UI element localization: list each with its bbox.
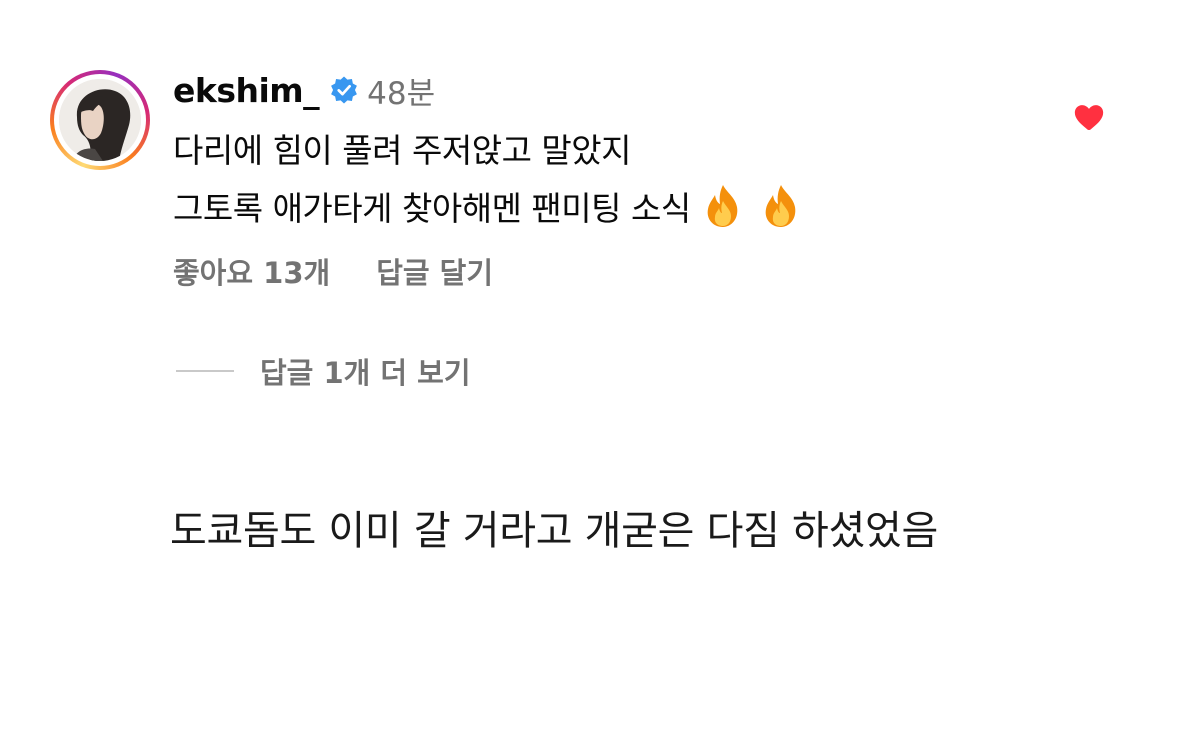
caption-text: 도쿄돔도 이미 갈 거라고 개굳은 다짐 하셨었음 bbox=[170, 508, 938, 554]
story-ring[interactable] bbox=[50, 70, 150, 170]
fire-emoji-icon bbox=[701, 183, 745, 229]
avatar[interactable] bbox=[59, 79, 141, 161]
comment-time: 48분 bbox=[367, 75, 436, 112]
like-heart-icon[interactable] bbox=[1072, 100, 1106, 134]
comment-actions: 좋아요 13개 답글 달기 bbox=[173, 250, 493, 292]
comment-line-2-text: 그토록 애가타게 찾아해멘 팬미팅 소식 bbox=[173, 189, 691, 228]
avatar-border bbox=[54, 74, 146, 166]
avatar-image bbox=[59, 79, 141, 161]
view-more-replies-label[interactable]: 답글 1개 더 보기 bbox=[260, 350, 471, 392]
verified-badge-icon bbox=[329, 75, 359, 105]
fire-emoji-icon bbox=[759, 183, 803, 229]
view-more-replies[interactable]: 답글 1개 더 보기 bbox=[176, 350, 471, 392]
comment-line-1: 다리에 힘이 풀려 주저앉고 말았지 bbox=[173, 131, 632, 170]
username[interactable]: ekshim_ bbox=[173, 71, 320, 110]
reply-button[interactable]: 답글 달기 bbox=[376, 250, 493, 292]
comment-line-2: 그토록 애가타게 찾아해멘 팬미팅 소식 bbox=[173, 180, 1053, 238]
replies-divider-line bbox=[176, 370, 234, 372]
likes-count[interactable]: 좋아요 13개 bbox=[173, 250, 330, 292]
comment-body: 다리에 힘이 풀려 주저앉고 말았지 그토록 애가타게 찾아해멘 팬미팅 소식 bbox=[173, 122, 1053, 238]
comment-header: ekshim_ 48분 bbox=[173, 68, 435, 112]
